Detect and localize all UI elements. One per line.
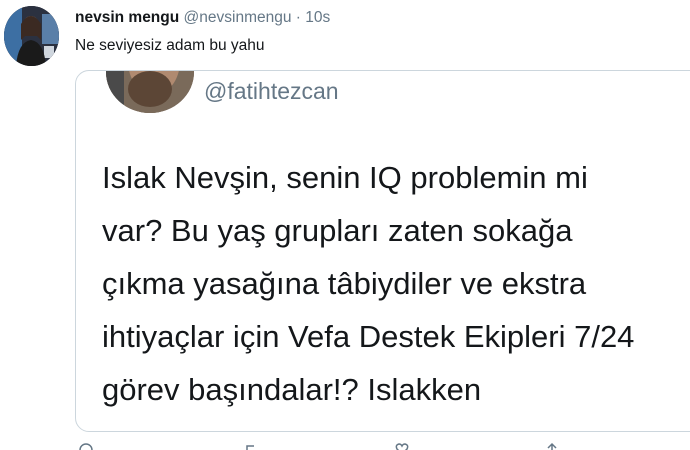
quoted-tweet-card[interactable]: @fatihtezcan Islak Nevşin, senin IQ prob… xyxy=(75,70,690,432)
user-handle[interactable]: @nevsinmengu xyxy=(184,9,292,26)
tweet-text: Ne seviyesiz adam bu yahu xyxy=(75,37,265,54)
timestamp[interactable]: 10s xyxy=(305,9,330,26)
separator-dot: · xyxy=(295,9,301,26)
avatar[interactable] xyxy=(4,6,59,66)
display-name[interactable]: nevsin mengu xyxy=(75,9,179,26)
like-icon[interactable] xyxy=(395,442,409,450)
quoted-avatar-image xyxy=(106,71,194,113)
tweet-actions xyxy=(75,442,635,450)
tweet: nevsin mengu @nevsinmengu · 10s Ne seviy… xyxy=(0,0,690,450)
quoted-text-line: konuşamıyordun, kuruyken xyxy=(102,416,690,431)
tweet-header: nevsin mengu @nevsinmengu · 10s xyxy=(75,8,330,28)
share-icon[interactable] xyxy=(545,442,559,450)
quoted-text-line: Islak Nevşin, senin IQ problemin mi xyxy=(102,160,588,195)
quoted-text-line: var? Bu yaş grupları zaten sokağa xyxy=(102,213,573,248)
quoted-avatar[interactable] xyxy=(106,71,194,113)
reply-icon[interactable] xyxy=(79,442,93,450)
quoted-text: Islak Nevşin, senin IQ problemin mi var?… xyxy=(102,151,690,431)
retweet-icon[interactable] xyxy=(245,442,259,450)
quoted-text-line: ihtiyaçlar için Vefa Destek Ekipleri 7/2… xyxy=(102,319,635,354)
quoted-text-line: görev başındalar!? Islakken xyxy=(102,372,482,407)
quoted-handle[interactable]: @fatihtezcan xyxy=(204,77,339,105)
quoted-text-line: çıkma yasağına tâbiydiler ve ekstra xyxy=(102,266,587,301)
avatar-image xyxy=(4,6,59,66)
